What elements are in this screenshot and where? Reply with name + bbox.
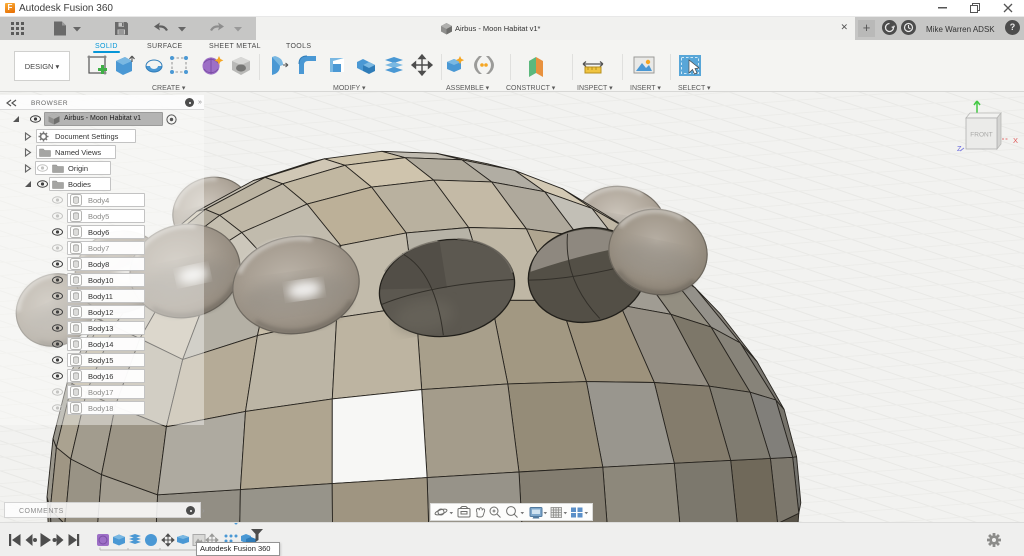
- svg-text:X: X: [1013, 136, 1018, 145]
- svg-text:FRONT: FRONT: [970, 132, 992, 139]
- svg-text:Z: Z: [957, 144, 962, 153]
